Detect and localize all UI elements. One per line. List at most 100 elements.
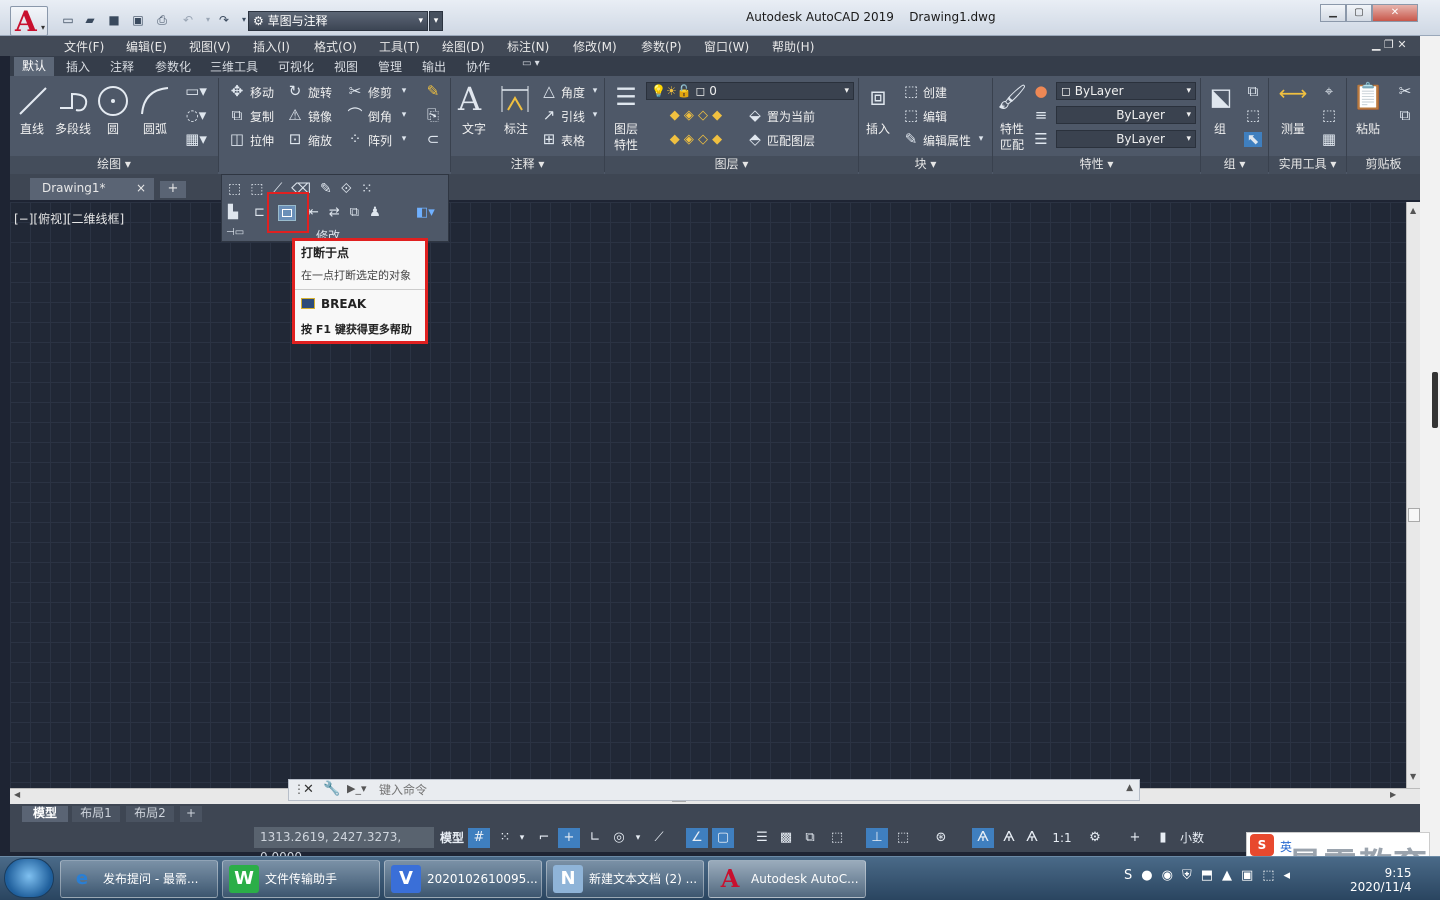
circle-button[interactable]: 圆 xyxy=(107,120,119,137)
object-snap-tracking-icon[interactable]: ∠ xyxy=(686,828,708,848)
menu-file[interactable]: 文件(F) xyxy=(64,38,104,55)
annotation-scale-icon[interactable]: Ѧ xyxy=(1022,828,1042,848)
quick-access-customize-button[interactable]: ▾ xyxy=(429,11,443,31)
scroll-thumb[interactable] xyxy=(1408,508,1420,522)
menu-draw[interactable]: 绘图(D) xyxy=(442,38,485,55)
pin-icon[interactable]: ⊣▭ xyxy=(226,227,244,238)
model-space-button[interactable]: 模型 xyxy=(438,828,466,848)
chevron-down-icon[interactable]: ▾ xyxy=(976,132,986,147)
ribbon-minimize-icon[interactable]: ▭ ▾ xyxy=(522,58,540,69)
clock[interactable]: 9:15 2020/11/4 xyxy=(1350,866,1412,894)
annotation-panel-title[interactable]: 注释 ▾ xyxy=(451,156,604,174)
gizmo-icon[interactable]: ⊛ xyxy=(930,828,952,848)
dynamic-ucs-icon[interactable]: ⊥ xyxy=(866,828,888,848)
close-icon[interactable]: ✕ xyxy=(303,782,314,797)
maximize-button[interactable]: ▢ xyxy=(1346,4,1372,22)
infer-constraints-icon[interactable]: ⌐ xyxy=(534,828,554,848)
text-button[interactable]: 文字 xyxy=(462,120,486,137)
taskbar-item-autocad[interactable]: A Autodesk AutoC... xyxy=(708,860,866,898)
break-icon[interactable]: ⊏ xyxy=(254,205,265,220)
layer-tools-icon[interactable]: ◆ ◈ ◇ ◆ xyxy=(650,108,742,123)
grid-icon[interactable]: # xyxy=(468,828,490,848)
trim-button[interactable]: 修剪 xyxy=(368,84,392,101)
tab-layout1[interactable]: 布局1 xyxy=(72,806,120,822)
doc-window-controls[interactable]: ▁ ❐ ✕ xyxy=(1372,38,1407,51)
annotation-scale-select[interactable]: 1:1 xyxy=(1044,828,1080,848)
taskbar-item-browser[interactable]: e 发布提问 - 最需... xyxy=(60,860,218,898)
tab-collaborate[interactable]: 协作 xyxy=(466,58,490,75)
draw-panel-title[interactable]: 绘图 ▾ xyxy=(10,156,218,174)
workspace-select[interactable]: ⚙ 草图与注释 ▾ xyxy=(248,11,428,31)
customize-icon[interactable]: 🔧 xyxy=(323,781,340,797)
match-properties-label[interactable]: 特性 xyxy=(1000,120,1024,137)
edit-attribute-button[interactable]: 编辑属性 xyxy=(923,132,971,149)
coordinates-readout[interactable]: 1313.2619, 2427.3273, 0.0000 xyxy=(254,827,434,864)
join-icon[interactable]: ▙ xyxy=(228,205,238,220)
quick-select-icon[interactable]: ⬚ xyxy=(1320,108,1338,123)
create-block-button[interactable]: 创建 xyxy=(923,84,947,101)
set-current-button[interactable]: 置为当前 xyxy=(767,108,815,125)
copy-button[interactable]: 复制 xyxy=(250,108,274,125)
menu-tools[interactable]: 工具(T) xyxy=(379,38,420,55)
isodraft-icon[interactable]: ⟋ xyxy=(648,828,670,848)
start-button[interactable] xyxy=(4,858,54,898)
new-tab-button[interactable]: + xyxy=(160,181,186,198)
command-input[interactable] xyxy=(375,781,1115,799)
close-button[interactable]: ✕ xyxy=(1372,4,1418,22)
erase-icon[interactable]: ✎ xyxy=(424,84,442,99)
block-panel-title[interactable]: 块 ▾ xyxy=(859,156,992,174)
tab-layout2[interactable]: 布局2 xyxy=(126,806,174,822)
tab-3d-tools[interactable]: 三维工具 xyxy=(210,58,258,75)
lineweight-select[interactable]: ByLayer ▾ xyxy=(1056,130,1196,148)
layer-tools-2-icon[interactable]: ◆ ◈ ◇ ◆ xyxy=(650,132,742,147)
hatch-icon[interactable]: ◌▾ xyxy=(182,108,210,123)
chevron-down-icon[interactable]: ▾ xyxy=(398,132,410,147)
auto-scale-icon[interactable]: Ѧ xyxy=(998,828,1020,848)
group-edit-icon[interactable]: ⬚ xyxy=(1244,108,1262,123)
command-prompt-icon[interactable]: ▶_▾ xyxy=(347,782,366,795)
command-history-icon[interactable]: ▲ xyxy=(1126,783,1133,793)
insert-button[interactable]: 插入 xyxy=(866,120,890,137)
match-layer-button[interactable]: 匹配图层 xyxy=(767,132,815,149)
3d-osnap-icon[interactable]: ⬚ xyxy=(826,828,848,848)
tab-insert[interactable]: 插入 xyxy=(66,58,90,75)
print-icon[interactable]: ⎙ xyxy=(154,13,170,27)
transparency-icon[interactable]: ▩ xyxy=(776,828,796,848)
annotation-monitor-icon[interactable]: + xyxy=(1124,828,1146,848)
scroll-right-icon[interactable]: ▶ xyxy=(1390,790,1396,799)
chevron-down-icon[interactable]: ▾ xyxy=(590,108,600,123)
taskbar-item-document[interactable]: V 2020102610095... xyxy=(384,860,542,898)
move-button[interactable]: 移动 xyxy=(250,84,274,101)
utilities-panel-title[interactable]: 实用工具 ▾ xyxy=(1269,156,1346,174)
angle-button[interactable]: 角度 xyxy=(561,84,585,101)
ortho-icon[interactable]: ∟ xyxy=(584,828,606,848)
new-file-icon[interactable]: ▭ xyxy=(60,13,76,27)
array-button[interactable]: 阵列 xyxy=(368,132,392,149)
fillet-button[interactable]: 倒角 xyxy=(368,108,392,125)
tab-view[interactable]: 视图 xyxy=(334,58,358,75)
tab-default[interactable]: 默认 xyxy=(14,57,54,76)
menu-dimension[interactable]: 标注(N) xyxy=(507,38,549,55)
menu-format[interactable]: 格式(O) xyxy=(314,38,357,55)
layer-properties-label[interactable]: 图层 xyxy=(614,120,638,137)
object-snap-icon[interactable]: ▢ xyxy=(712,828,734,848)
groups-panel-title[interactable]: 组 ▾ xyxy=(1201,156,1268,174)
layer-select[interactable]: 💡☀🔓 ◻ 0 ▾ xyxy=(646,82,854,100)
properties-panel-title[interactable]: 特性 ▾ xyxy=(993,156,1200,174)
snap-icon[interactable]: ⁙ xyxy=(494,828,516,848)
chevron-down-icon[interactable]: ▾ xyxy=(632,828,644,848)
save-as-icon[interactable]: ▣ xyxy=(130,13,146,27)
taskbar-item-wechat[interactable]: W 文件传输助手 xyxy=(222,860,380,898)
polar-icon[interactable]: ◎ xyxy=(608,828,630,848)
menu-parametric[interactable]: 参数(P) xyxy=(641,38,682,55)
linetype-select[interactable]: ByLayer ▾ xyxy=(1056,106,1196,124)
scroll-up-icon[interactable]: ▲ xyxy=(1410,206,1416,215)
scroll-left-icon[interactable]: ◀ xyxy=(14,790,20,799)
chevron-down-icon[interactable]: ▾ xyxy=(516,828,528,848)
drawing-canvas[interactable] xyxy=(10,202,1406,788)
open-folder-icon[interactable]: ▰ xyxy=(82,13,98,27)
document-tab[interactable]: Drawing1* × xyxy=(30,178,154,200)
undo-dropdown-icon[interactable]: ▾ xyxy=(200,13,216,27)
chevron-down-icon[interactable]: ▾ xyxy=(398,84,410,99)
app-menu-button[interactable]: A ▾ xyxy=(10,5,48,38)
